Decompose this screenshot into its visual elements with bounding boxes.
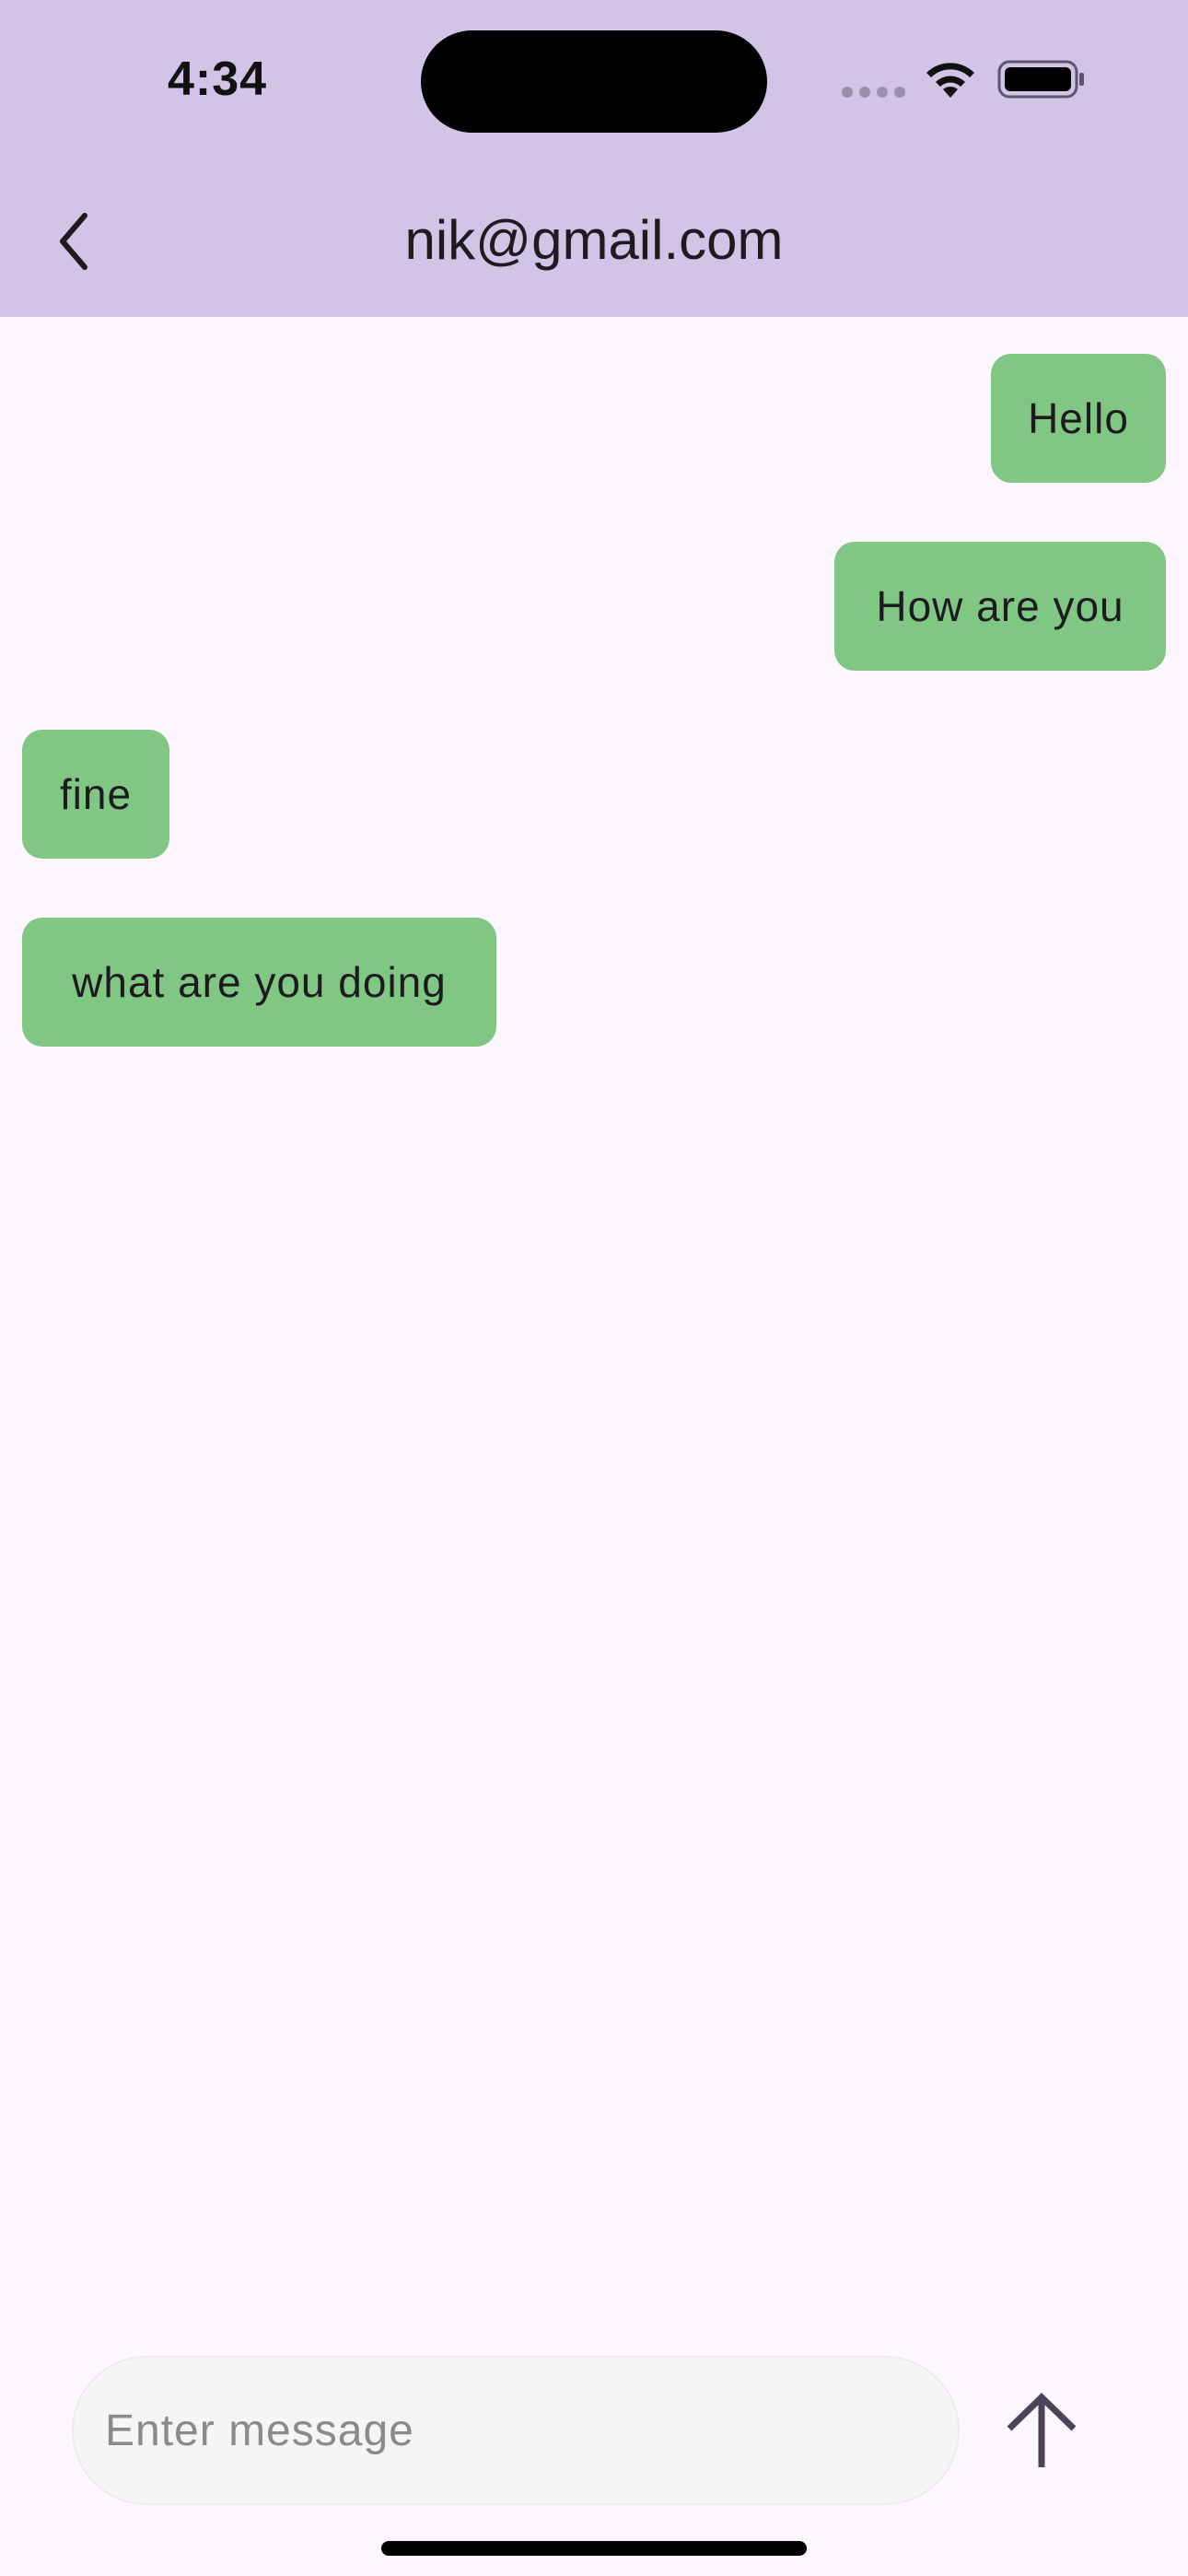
message-text: fine — [59, 770, 133, 818]
message-text: Hello — [1028, 394, 1129, 442]
dynamic-island — [421, 30, 767, 133]
message-input[interactable] — [105, 2358, 915, 2503]
message-composer — [72, 2356, 960, 2505]
cellular-signal-icon — [842, 87, 906, 100]
message-bubble-received: fine — [22, 730, 169, 859]
message-text: How are you — [876, 582, 1124, 630]
battery-icon — [997, 60, 1084, 99]
message-bubble-sent: Hello — [991, 354, 1166, 483]
wifi-icon — [926, 63, 974, 98]
app-bar: 4:34 nik@gmail.com — [0, 0, 1188, 317]
chat-title: nik@gmail.com — [404, 209, 784, 271]
status-time: 4:34 — [168, 53, 268, 106]
send-button[interactable] — [1000, 2386, 1083, 2475]
message-text: what are you doing — [72, 958, 447, 1006]
message-bubble-received: what are you doing — [22, 918, 496, 1047]
home-indicator[interactable] — [381, 2541, 807, 2556]
arrow-up-icon — [1007, 2393, 1077, 2467]
message-bubble-sent: How are you — [834, 542, 1166, 671]
